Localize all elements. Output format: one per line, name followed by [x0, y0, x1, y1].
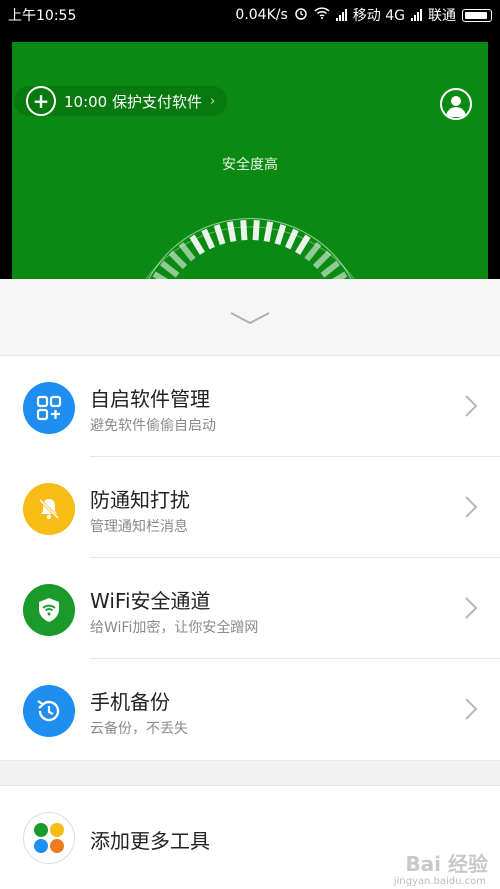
gauge-tick	[159, 260, 180, 278]
item-title: WiFi安全通道	[90, 589, 211, 613]
bell-off-icon	[23, 483, 75, 535]
chevron-right-icon: ›	[210, 93, 216, 109]
tool-item-notification[interactable]: 防通知打扰 管理通知栏消息	[0, 457, 500, 558]
backup-clock-icon	[23, 685, 75, 737]
item-title: 防通知打扰	[90, 488, 190, 512]
gauge-tick	[168, 250, 188, 270]
tools-cluster-icon	[23, 812, 75, 864]
signal2-icon	[411, 9, 422, 21]
add-tools-title: 添加更多工具	[90, 829, 210, 853]
signal1-icon	[335, 9, 347, 21]
carrier-1: 移动 4G	[352, 8, 405, 24]
chevron-right-icon	[465, 698, 478, 720]
gauge-tick	[240, 220, 248, 241]
item-subtitle: 避免软件偷偷自启动	[90, 418, 216, 434]
chevron-right-icon	[465, 496, 478, 518]
item-subtitle: 云备份，不丢失	[90, 721, 188, 737]
status-time: 上午10:55	[8, 8, 77, 24]
chevron-down-icon	[230, 312, 270, 325]
gauge-tick	[263, 221, 274, 243]
safety-label: 安全度高	[222, 157, 278, 173]
gauge-tick	[252, 220, 260, 241]
protect-text: 10:00 保护支付软件	[64, 92, 202, 111]
collapse-handle[interactable]	[0, 279, 500, 356]
tools-sheet: 自启软件管理 避免软件偷偷自启动 防通知打扰 管理通知栏消息 WiFi安全通道 …	[0, 279, 500, 889]
status-right: 0.04K/s 移动 4G 联通	[235, 5, 492, 25]
gauge-tick	[178, 241, 196, 262]
security-gauge	[143, 218, 357, 282]
protect-payment-pill[interactable]: + 10:00 保护支付软件 ›	[14, 86, 228, 116]
gauge-tick	[274, 224, 287, 246]
gauge-tick	[213, 224, 226, 246]
section-gap	[0, 760, 500, 786]
security-header: + 10:00 保护支付软件 › 安全度高	[12, 42, 488, 282]
chevron-right-icon	[465, 597, 478, 619]
chevron-right-icon	[465, 395, 478, 417]
item-subtitle: 管理通知栏消息	[90, 519, 188, 535]
gauge-tick	[295, 234, 311, 255]
plus-icon: +	[26, 86, 56, 116]
alarm-icon	[294, 6, 308, 24]
item-title: 手机备份	[90, 690, 170, 714]
gauge-tick	[320, 260, 341, 278]
tool-item-autostart[interactable]: 自启软件管理 避免软件偷偷自启动	[0, 356, 500, 457]
tool-item-backup[interactable]: 手机备份 云备份，不丢失	[0, 659, 500, 760]
baidu-watermark-url: jingyan.baidu.com	[393, 876, 486, 887]
status-bar: 上午10:55 0.04K/s 移动 4G 联通	[0, 0, 500, 28]
network-speed: 0.04K/s	[235, 7, 288, 23]
wifi-shield-icon	[23, 584, 75, 636]
gauge-tick	[226, 221, 237, 243]
gauge-tick	[304, 241, 322, 262]
battery-icon	[462, 8, 492, 22]
item-subtitle: 给WiFi加密，让你安全蹭网	[90, 620, 259, 636]
carrier-2: 联通	[428, 8, 456, 24]
item-title: 自启软件管理	[90, 387, 210, 411]
gauge-tick	[189, 234, 205, 255]
avatar-icon[interactable]	[440, 88, 472, 120]
app-grid-icon	[23, 382, 75, 434]
gauge-tick	[312, 250, 332, 270]
tool-item-wifi[interactable]: WiFi安全通道 给WiFi加密，让你安全蹭网	[0, 558, 500, 659]
baidu-watermark: Bai 经验	[405, 852, 488, 876]
wifi-icon	[314, 7, 330, 23]
